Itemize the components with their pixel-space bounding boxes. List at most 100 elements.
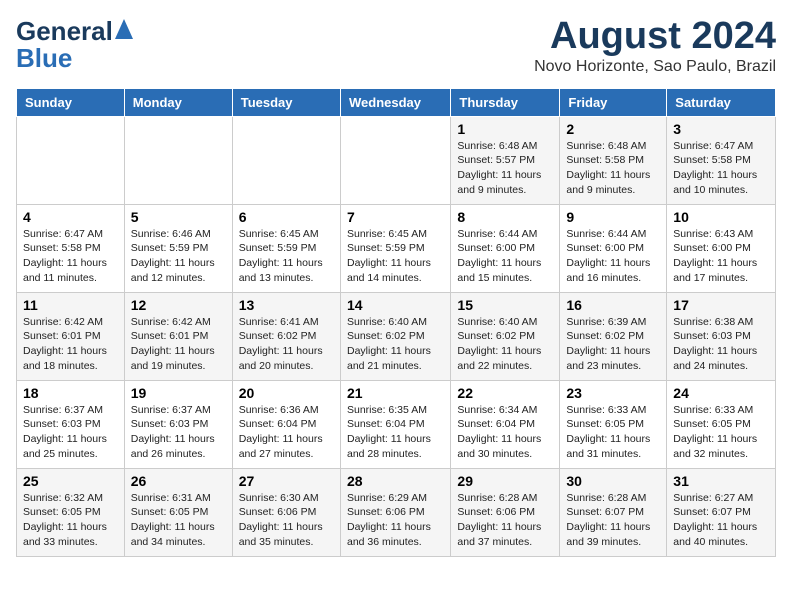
col-saturday: Saturday (667, 88, 776, 116)
col-thursday: Thursday (451, 88, 560, 116)
location-subtitle: Novo Horizonte, Sao Paulo, Brazil (534, 58, 776, 76)
day-info: Sunrise: 6:48 AMSunset: 5:58 PMDaylight:… (566, 139, 660, 198)
day-number: 28 (347, 473, 444, 489)
day-number: 29 (457, 473, 553, 489)
calendar-cell: 18 Sunrise: 6:37 AMSunset: 6:03 PMDayligh… (17, 380, 125, 468)
header: General Blue August 2024 Novo Horizonte,… (16, 16, 776, 76)
day-number: 2 (566, 121, 660, 137)
calendar-cell: 26Sunrise: 6:31 AMSunset: 6:05 PMDayligh… (124, 468, 232, 556)
table-row: 11Sunrise: 6:42 AMSunset: 6:01 PMDayligh… (17, 292, 776, 380)
day-number: 4 (23, 209, 118, 225)
day-info: Sunrise: 6:34 AMSunset: 6:04 PMDaylight:… (457, 403, 553, 462)
calendar-cell: 20Sunrise: 6:36 AMSunset: 6:04 PMDayligh… (232, 380, 340, 468)
calendar-cell: 6Sunrise: 6:45 AMSunset: 5:59 PMDaylight… (232, 204, 340, 292)
day-number: 20 (239, 385, 334, 401)
calendar-cell: 3Sunrise: 6:47 AMSunset: 5:58 PMDaylight… (667, 116, 776, 204)
calendar-cell (232, 116, 340, 204)
day-number: 16 (566, 297, 660, 313)
day-info: Sunrise: 6:44 AMSunset: 6:00 PMDaylight:… (566, 227, 660, 286)
calendar-cell: 14 Sunrise: 6:40 AMSunset: 6:02 PMDayligh… (340, 292, 450, 380)
calendar-cell: 16Sunrise: 6:39 AMSunset: 6:02 PMDayligh… (560, 292, 667, 380)
col-friday: Friday (560, 88, 667, 116)
day-number: 1 (457, 121, 553, 137)
day-number: 22 (457, 385, 553, 401)
calendar-cell: 30 Sunrise: 6:28 AMSunset: 6:07 PMDayligh… (560, 468, 667, 556)
logo: General Blue (16, 16, 133, 74)
calendar-cell: 22 Sunrise: 6:34 AMSunset: 6:04 PMDayligh… (451, 380, 560, 468)
calendar-cell: 27Sunrise: 6:30 AMSunset: 6:06 PMDayligh… (232, 468, 340, 556)
day-info: Sunrise: 6:29 AMSunset: 6:06 PMDaylight:… (347, 491, 444, 550)
day-info: Sunrise: 6:33 AMSunset: 6:05 PMDaylight:… (673, 403, 769, 462)
day-number: 19 (131, 385, 226, 401)
day-info: Sunrise: 6:28 AMSunset: 6:07 PMDaylight:… (566, 491, 660, 550)
col-wednesday: Wednesday (340, 88, 450, 116)
day-number: 7 (347, 209, 444, 225)
day-info: Sunrise: 6:40 AMSunset: 6:02 PMDaylight:… (347, 315, 444, 374)
col-tuesday: Tuesday (232, 88, 340, 116)
logo-icon (115, 19, 133, 39)
table-row: 1 Sunrise: 6:48 AMSunset: 5:57 PMDaylight… (17, 116, 776, 204)
day-number: 30 (566, 473, 660, 489)
logo-blue: Blue (16, 43, 72, 74)
calendar-cell: 19 Sunrise: 6:37 AMSunset: 6:03 PMDayligh… (124, 380, 232, 468)
calendar-cell: 1 Sunrise: 6:48 AMSunset: 5:57 PMDaylight… (451, 116, 560, 204)
day-number: 13 (239, 297, 334, 313)
calendar-cell (124, 116, 232, 204)
calendar-cell: 8Sunrise: 6:44 AMSunset: 6:00 PMDaylight… (451, 204, 560, 292)
day-number: 17 (673, 297, 769, 313)
calendar-cell: 15Sunrise: 6:40 AMSunset: 6:02 PMDayligh… (451, 292, 560, 380)
calendar-cell: 31Sunrise: 6:27 AMSunset: 6:07 PMDayligh… (667, 468, 776, 556)
day-info: Sunrise: 6:31 AMSunset: 6:05 PMDaylight:… (131, 491, 226, 550)
calendar-cell (17, 116, 125, 204)
calendar-cell: 5 Sunrise: 6:46 AMSunset: 5:59 PMDaylight… (124, 204, 232, 292)
day-info: Sunrise: 6:30 AMSunset: 6:06 PMDaylight:… (239, 491, 334, 550)
day-number: 10 (673, 209, 769, 225)
calendar-cell: 28 Sunrise: 6:29 AMSunset: 6:06 PMDayligh… (340, 468, 450, 556)
day-number: 18 (23, 385, 118, 401)
day-info: Sunrise: 6:28 AMSunset: 6:06 PMDaylight:… (457, 491, 553, 550)
calendar-cell: 24 Sunrise: 6:33 AMSunset: 6:05 PMDayligh… (667, 380, 776, 468)
table-row: 25Sunrise: 6:32 AMSunset: 6:05 PMDayligh… (17, 468, 776, 556)
day-info: Sunrise: 6:46 AMSunset: 5:59 PMDaylight:… (131, 227, 226, 286)
day-info: Sunrise: 6:43 AMSunset: 6:00 PMDaylight:… (673, 227, 769, 286)
calendar-cell: 25Sunrise: 6:32 AMSunset: 6:05 PMDayligh… (17, 468, 125, 556)
day-info: Sunrise: 6:37 AMSunset: 6:03 PMDaylight:… (23, 403, 118, 462)
calendar-cell: 7Sunrise: 6:45 AMSunset: 5:59 PMDaylight… (340, 204, 450, 292)
day-info: Sunrise: 6:33 AMSunset: 6:05 PMDaylight:… (566, 403, 660, 462)
calendar-table: Sunday Monday Tuesday Wednesday Thursday… (16, 88, 776, 557)
day-number: 23 (566, 385, 660, 401)
calendar-cell: 12 Sunrise: 6:42 AMSunset: 6:01 PMDayligh… (124, 292, 232, 380)
day-number: 12 (131, 297, 226, 313)
day-info: Sunrise: 6:40 AMSunset: 6:02 PMDaylight:… (457, 315, 553, 374)
day-info: Sunrise: 6:37 AMSunset: 6:03 PMDaylight:… (131, 403, 226, 462)
calendar-cell: 21 Sunrise: 6:35 AMSunset: 6:04 PMDayligh… (340, 380, 450, 468)
calendar-cell: 4Sunrise: 6:47 AMSunset: 5:58 PMDaylight… (17, 204, 125, 292)
calendar-cell: 2 Sunrise: 6:48 AMSunset: 5:58 PMDaylight… (560, 116, 667, 204)
day-number: 24 (673, 385, 769, 401)
day-number: 14 (347, 297, 444, 313)
day-info: Sunrise: 6:27 AMSunset: 6:07 PMDaylight:… (673, 491, 769, 550)
day-number: 25 (23, 473, 118, 489)
day-number: 21 (347, 385, 444, 401)
day-number: 3 (673, 121, 769, 137)
day-number: 9 (566, 209, 660, 225)
day-info: Sunrise: 6:44 AMSunset: 6:00 PMDaylight:… (457, 227, 553, 286)
calendar-cell: 17 Sunrise: 6:38 AMSunset: 6:03 PMDayligh… (667, 292, 776, 380)
day-info: Sunrise: 6:41 AMSunset: 6:02 PMDaylight:… (239, 315, 334, 374)
calendar-cell (340, 116, 450, 204)
calendar-cell: 11Sunrise: 6:42 AMSunset: 6:01 PMDayligh… (17, 292, 125, 380)
calendar-cell: 13 Sunrise: 6:41 AMSunset: 6:02 PMDayligh… (232, 292, 340, 380)
day-number: 5 (131, 209, 226, 225)
calendar-cell: 29 Sunrise: 6:28 AMSunset: 6:06 PMDayligh… (451, 468, 560, 556)
calendar-cell: 9 Sunrise: 6:44 AMSunset: 6:00 PMDaylight… (560, 204, 667, 292)
header-row: Sunday Monday Tuesday Wednesday Thursday… (17, 88, 776, 116)
day-info: Sunrise: 6:35 AMSunset: 6:04 PMDaylight:… (347, 403, 444, 462)
day-info: Sunrise: 6:42 AMSunset: 6:01 PMDaylight:… (131, 315, 226, 374)
day-info: Sunrise: 6:42 AMSunset: 6:01 PMDaylight:… (23, 315, 118, 374)
table-row: 4Sunrise: 6:47 AMSunset: 5:58 PMDaylight… (17, 204, 776, 292)
month-year-title: August 2024 (534, 16, 776, 58)
day-info: Sunrise: 6:38 AMSunset: 6:03 PMDaylight:… (673, 315, 769, 374)
col-sunday: Sunday (17, 88, 125, 116)
day-info: Sunrise: 6:48 AMSunset: 5:57 PMDaylight:… (457, 139, 553, 198)
calendar-cell: 10 Sunrise: 6:43 AMSunset: 6:00 PMDayligh… (667, 204, 776, 292)
